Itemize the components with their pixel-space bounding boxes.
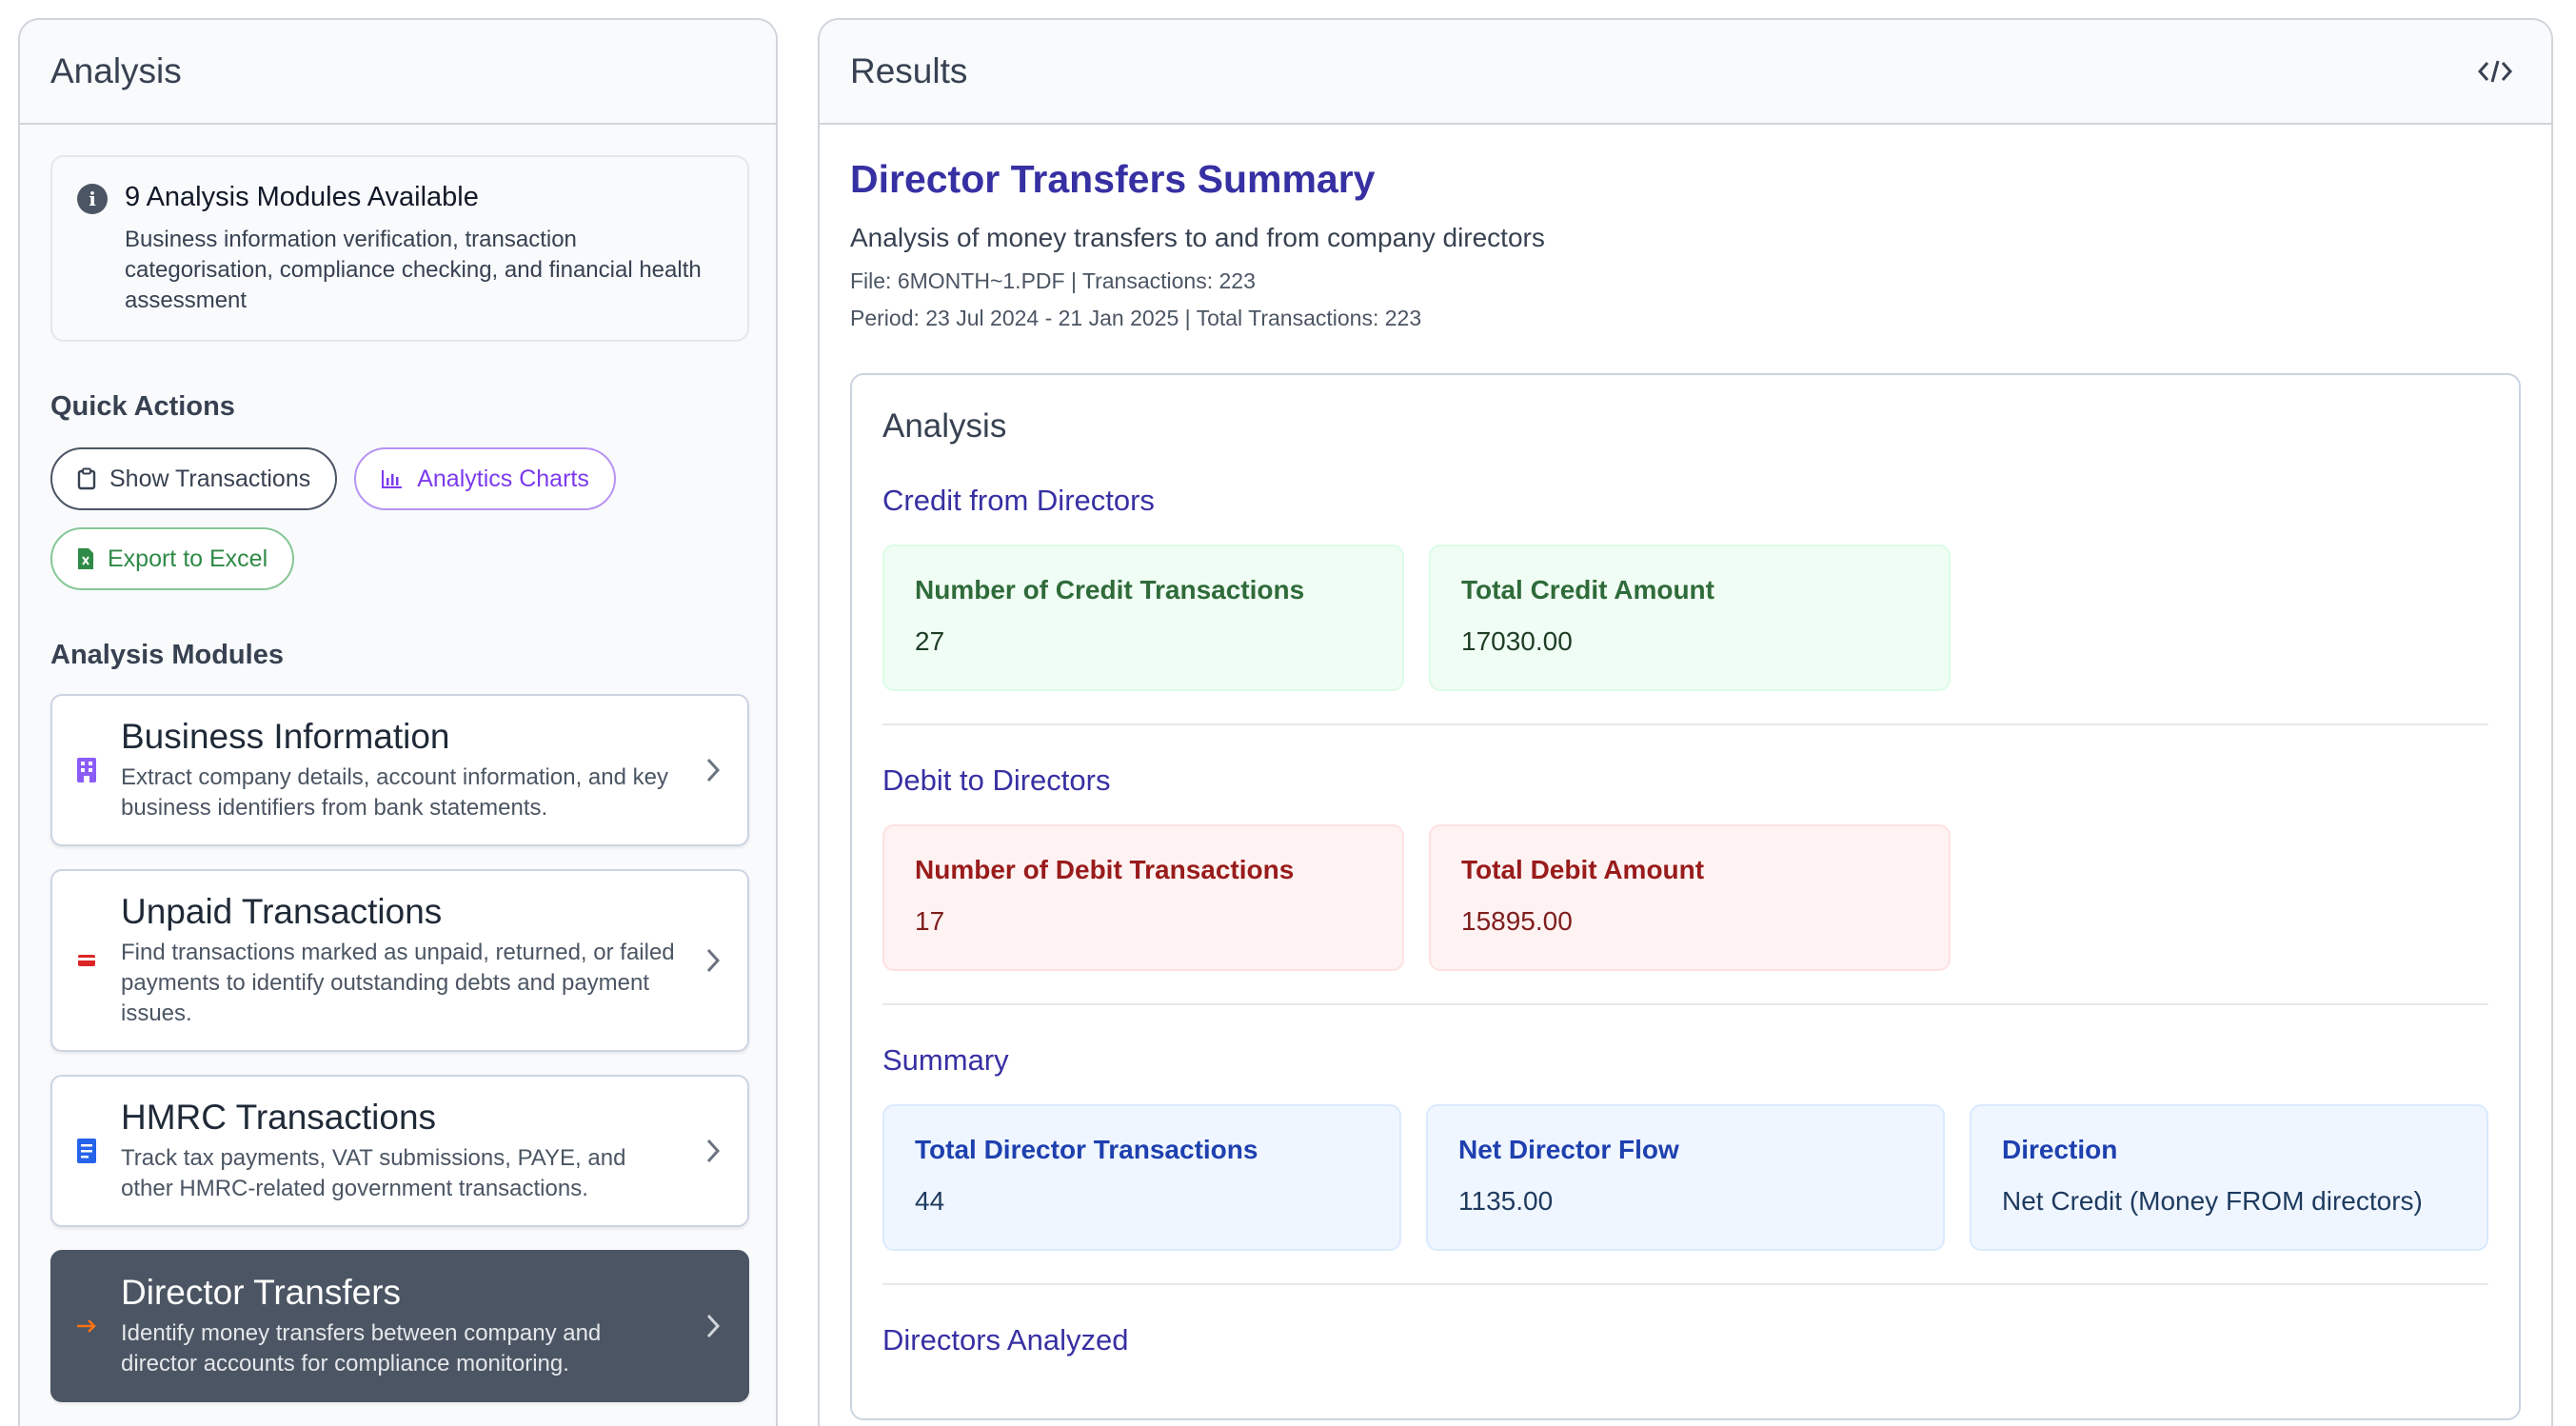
stat-label: Direction: [2002, 1135, 2118, 1164]
bar-chart-icon: [382, 470, 403, 488]
module-hmrc-transactions[interactable]: HMRC Transactions Track tax payments, VA…: [50, 1075, 749, 1227]
stat-label: Total Director Transactions: [915, 1135, 1258, 1164]
analysis-panel-header: Analysis: [20, 20, 776, 125]
module-description: Track tax payments, VAT submissions, PAY…: [121, 1145, 626, 1201]
stat-value: 44: [915, 1186, 945, 1216]
app-root: Analysis i 9 Analysis Modules Available …: [0, 0, 2576, 1426]
summary-subtitle: Analysis of money transfers to and from …: [850, 223, 1545, 252]
section-divider: [882, 1003, 2488, 1005]
stat-value: 17030.00: [1461, 626, 1573, 656]
analysis-panel: Analysis i 9 Analysis Modules Available …: [18, 18, 778, 1426]
stat-value: 1135.00: [1458, 1186, 1554, 1216]
credit-amount-card: Total Credit Amount 17030.00: [1429, 545, 1951, 691]
debit-amount-card: Total Debit Amount 15895.00: [1429, 824, 1951, 971]
credit-section-title: Credit from Directors: [882, 484, 1155, 517]
stat-value: Net Credit (Money FROM directors): [2002, 1186, 2423, 1216]
clipboard-icon: [77, 467, 96, 490]
stat-label: Number of Credit Transactions: [915, 575, 1305, 604]
module-unpaid-transactions[interactable]: Unpaid Transactions Find transactions ma…: [50, 869, 749, 1052]
section-divider: [882, 723, 2488, 725]
direction-card: Direction Net Credit (Money FROM directo…: [1970, 1104, 2488, 1251]
analytics-charts-label: Analytics Charts: [417, 465, 589, 492]
total-director-transactions-card: Total Director Transactions 44: [882, 1104, 1401, 1251]
period-meta: Period: 23 Jul 2024 - 21 Jan 2025 | Tota…: [850, 306, 1422, 330]
show-transactions-button[interactable]: Show Transactions: [50, 447, 338, 510]
credit-count-card: Number of Credit Transactions 27: [882, 545, 1404, 691]
analysis-card-title: Analysis: [882, 407, 1007, 445]
module-description: Identify money transfers between company…: [121, 1320, 602, 1376]
debit-count-card: Number of Debit Transactions 17: [882, 824, 1404, 971]
module-title: Director Transfers: [121, 1273, 402, 1312]
module-director-transfers[interactable]: Director Transfers Identify money transf…: [50, 1250, 749, 1402]
stat-label: Total Debit Amount: [1461, 855, 1705, 884]
module-description: Extract company details, account informa…: [121, 764, 668, 821]
analysis-panel-title: Analysis: [50, 51, 182, 90]
export-excel-label: Export to Excel: [108, 545, 268, 572]
export-excel-button[interactable]: Export to Excel: [50, 527, 295, 590]
info-icon: i: [77, 184, 108, 214]
modules-count-title: 9 Analysis Modules Available: [125, 182, 479, 212]
chevron-right-icon: [706, 948, 721, 973]
results-panel-header: Results: [820, 20, 2551, 125]
analysis-card: Analysis Credit from Directors Number of…: [850, 373, 2521, 1420]
file-meta: File: 6MONTH~1.PDF | Transactions: 223: [850, 268, 1256, 293]
stat-value: 27: [915, 626, 945, 656]
stat-value: 15895.00: [1461, 906, 1573, 936]
module-business-information[interactable]: Business Information Extract company det…: [50, 694, 749, 846]
modules-description: Business information verification, trans…: [125, 227, 702, 313]
net-director-flow-card: Net Director Flow 1135.00: [1426, 1104, 1945, 1251]
building-icon: [75, 757, 98, 783]
excel-file-icon: [78, 548, 93, 569]
stat-label: Net Director Flow: [1458, 1135, 1679, 1164]
stat-label: Number of Debit Transactions: [915, 855, 1295, 884]
arrow-right-icon: [75, 1319, 98, 1333]
quick-actions-label: Quick Actions: [50, 391, 235, 422]
section-divider: [882, 1283, 2488, 1285]
chevron-right-icon: [706, 1314, 721, 1338]
code-view-icon[interactable]: [2475, 51, 2515, 91]
summary-section-title: Summary: [882, 1043, 1009, 1077]
module-title: HMRC Transactions: [121, 1098, 437, 1137]
stat-value: 17: [915, 906, 945, 936]
module-title: Unpaid Transactions: [121, 892, 443, 931]
credit-card-icon: [75, 954, 98, 967]
chevron-right-icon: [706, 758, 721, 782]
directors-analyzed-title: Directors Analyzed: [882, 1323, 1129, 1357]
analysis-modules-label: Analysis Modules: [50, 640, 284, 670]
show-transactions-label: Show Transactions: [109, 465, 311, 492]
module-title: Business Information: [121, 717, 450, 756]
modules-info-card: i 9 Analysis Modules Available Business …: [50, 155, 749, 342]
results-panel: Results Director Transfers Summary Analy…: [818, 18, 2553, 1426]
stat-label: Total Credit Amount: [1461, 575, 1714, 604]
chevron-right-icon: [706, 1139, 721, 1163]
debit-section-title: Debit to Directors: [882, 763, 1111, 797]
results-panel-title: Results: [850, 51, 968, 90]
summary-title: Director Transfers Summary: [850, 157, 1376, 201]
module-description: Find transactions marked as unpaid, retu…: [121, 940, 675, 1026]
document-icon: [75, 1138, 98, 1164]
analytics-charts-button[interactable]: Analytics Charts: [354, 447, 616, 510]
